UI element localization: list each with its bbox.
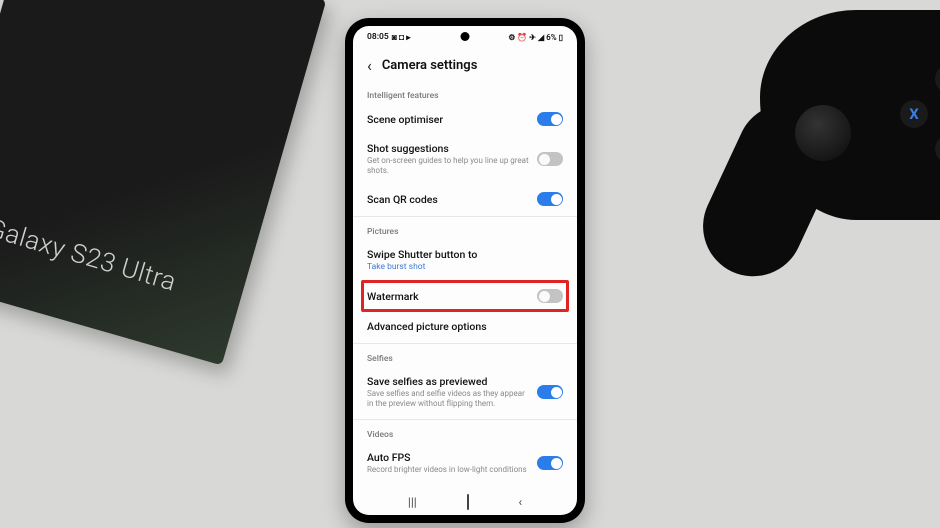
divider <box>353 343 577 344</box>
controller-a-button: A <box>935 135 940 163</box>
camera-hole <box>461 32 470 41</box>
watermark-toggle[interactable] <box>537 289 563 303</box>
game-controller: Y X B A <box>700 0 940 300</box>
shot-suggestions-toggle[interactable] <box>537 152 563 166</box>
phone-device: 08:05 ◙ ◘ ▸ ⚙ ⏰ ✈ ◢ 6% ▯ ‹ Camera settin… <box>345 18 585 523</box>
section-intelligent: Intelligent features <box>367 83 563 104</box>
shot-suggestions-row[interactable]: Shot suggestions Get on-screen guides to… <box>367 134 563 184</box>
save-selfies-title: Save selfies as previewed <box>367 375 529 388</box>
swipe-shutter-value: Take burst shot <box>367 262 563 272</box>
status-right-icons: ⚙ ⏰ ✈ ◢ 6% ▯ <box>508 33 563 42</box>
controller-face-buttons: Y X B A <box>900 65 940 165</box>
watermark-highlight: Watermark <box>361 280 569 312</box>
watermark-title: Watermark <box>367 290 529 303</box>
save-selfies-toggle[interactable] <box>537 385 563 399</box>
advanced-picture-row[interactable]: Advanced picture options <box>367 312 563 341</box>
section-selfies: Selfies <box>367 346 563 367</box>
watermark-row[interactable]: Watermark <box>367 283 563 309</box>
save-selfies-row[interactable]: Save selfies as previewed Save selfies a… <box>367 367 563 417</box>
nav-home[interactable] <box>467 495 469 509</box>
nav-back[interactable]: ‹ <box>518 495 522 509</box>
swipe-shutter-row[interactable]: Swipe Shutter button to Take burst shot <box>367 240 563 280</box>
scene-optimiser-title: Scene optimiser <box>367 113 529 126</box>
advanced-picture-title: Advanced picture options <box>367 320 563 333</box>
divider <box>353 419 577 420</box>
scene-optimiser-row[interactable]: Scene optimiser <box>367 104 563 134</box>
scan-qr-title: Scan QR codes <box>367 193 529 206</box>
auto-fps-desc: Record brighter videos in low-light cond… <box>367 465 529 475</box>
scene-optimiser-toggle[interactable] <box>537 112 563 126</box>
auto-fps-row[interactable]: Auto FPS Record brighter videos in low-l… <box>367 443 563 483</box>
scan-qr-toggle[interactable] <box>537 192 563 206</box>
back-button[interactable]: ‹ <box>367 56 372 75</box>
section-pictures: Pictures <box>367 219 563 240</box>
nav-recents[interactable]: ||| <box>408 495 417 509</box>
shot-suggestions-desc: Get on-screen guides to help you line up… <box>367 156 529 176</box>
auto-fps-title: Auto FPS <box>367 451 529 464</box>
controller-thumbstick <box>795 105 851 161</box>
box-label: Galaxy S23 Ultra <box>0 214 180 298</box>
save-selfies-desc: Save selfies and selfie videos as they a… <box>367 389 529 409</box>
galaxy-s23-box: Galaxy S23 Ultra <box>0 0 326 365</box>
swipe-shutter-title: Swipe Shutter button to <box>367 248 563 261</box>
section-videos: Videos <box>367 422 563 443</box>
controller-x-button: X <box>900 100 928 128</box>
scan-qr-row[interactable]: Scan QR codes <box>367 184 563 214</box>
status-left-icons: ◙ ◘ ▸ <box>392 32 411 43</box>
shot-suggestions-title: Shot suggestions <box>367 142 529 155</box>
controller-y-button: Y <box>935 65 940 93</box>
navigation-bar: ||| ‹ <box>353 493 577 515</box>
status-time: 08:05 <box>367 32 389 42</box>
page-title: Camera settings <box>382 58 478 73</box>
auto-fps-toggle[interactable] <box>537 456 563 470</box>
phone-screen: 08:05 ◙ ◘ ▸ ⚙ ⏰ ✈ ◢ 6% ▯ ‹ Camera settin… <box>353 26 577 515</box>
settings-list[interactable]: Intelligent features Scene optimiser Sho… <box>353 83 577 493</box>
divider <box>353 216 577 217</box>
settings-header: ‹ Camera settings <box>353 46 577 83</box>
